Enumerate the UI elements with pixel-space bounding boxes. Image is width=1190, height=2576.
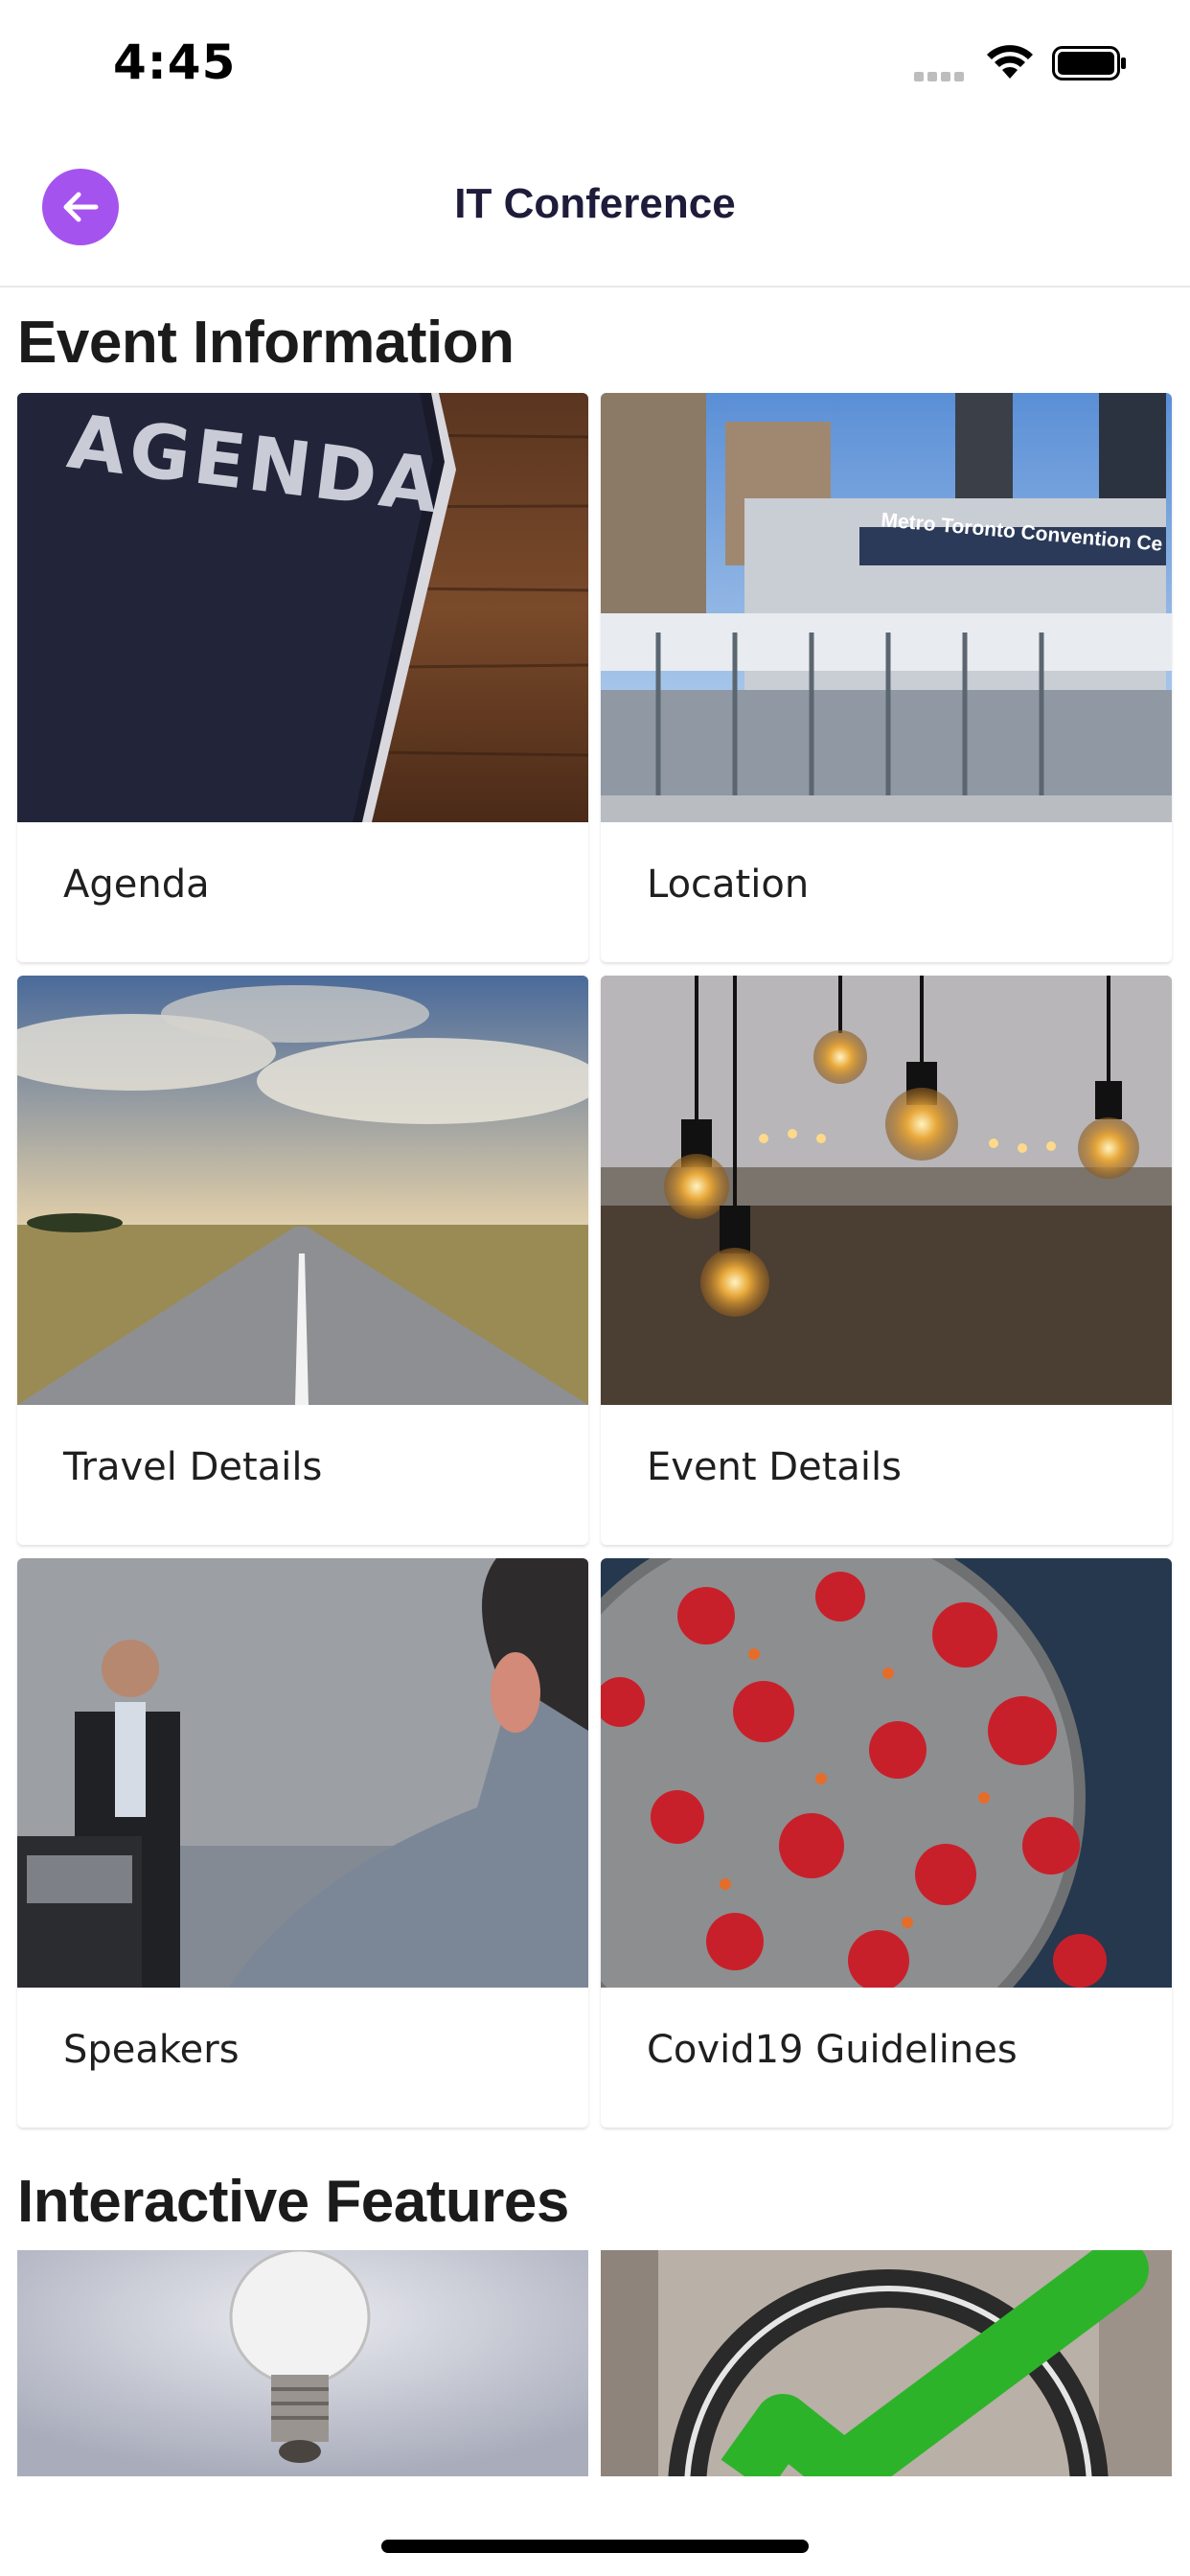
card-interactive-1[interactable] — [17, 2250, 588, 2476]
card-travel-details[interactable]: Travel Details — [17, 976, 588, 1545]
page-title: IT Conference — [454, 180, 736, 227]
navigation-bar: IT Conference — [0, 134, 1190, 288]
lightbulb-image — [17, 2250, 588, 2476]
card-location[interactable]: Metro Toronto Convention Ce Location — [601, 393, 1172, 962]
status-bar: 4:45 — [0, 0, 1190, 134]
card-event-details[interactable]: Event Details — [601, 976, 1172, 1545]
speaker-image — [17, 1558, 588, 1988]
card-speakers[interactable]: Speakers — [17, 1558, 588, 2128]
card-label: Agenda — [63, 862, 210, 907]
wifi-icon — [987, 45, 1033, 79]
card-label: Covid19 Guidelines — [647, 2028, 1018, 2072]
section-title-interactive-features: Interactive Features — [17, 2169, 569, 2235]
checkmark-image — [601, 2250, 1172, 2476]
section-title-event-information: Event Information — [17, 310, 515, 376]
card-label: Speakers — [63, 2028, 240, 2072]
light-bulbs-image — [601, 976, 1172, 1405]
convention-centre-image — [601, 393, 1172, 822]
battery-icon — [1052, 46, 1126, 80]
cellular-signal-icon — [914, 69, 968, 86]
card-label: Travel Details — [63, 1445, 323, 1489]
status-time: 4:45 — [113, 34, 237, 90]
card-agenda[interactable]: AGENDA Agenda — [17, 393, 588, 962]
home-indicator[interactable] — [381, 2540, 809, 2553]
virus-image — [601, 1558, 1172, 1988]
home-area — [0, 2476, 1190, 2576]
card-label: Location — [647, 862, 810, 907]
card-interactive-2[interactable] — [601, 2250, 1172, 2476]
road-image — [17, 976, 588, 1405]
card-covid19-guidelines[interactable]: Covid19 Guidelines — [601, 1558, 1172, 2128]
card-label: Event Details — [647, 1445, 902, 1489]
